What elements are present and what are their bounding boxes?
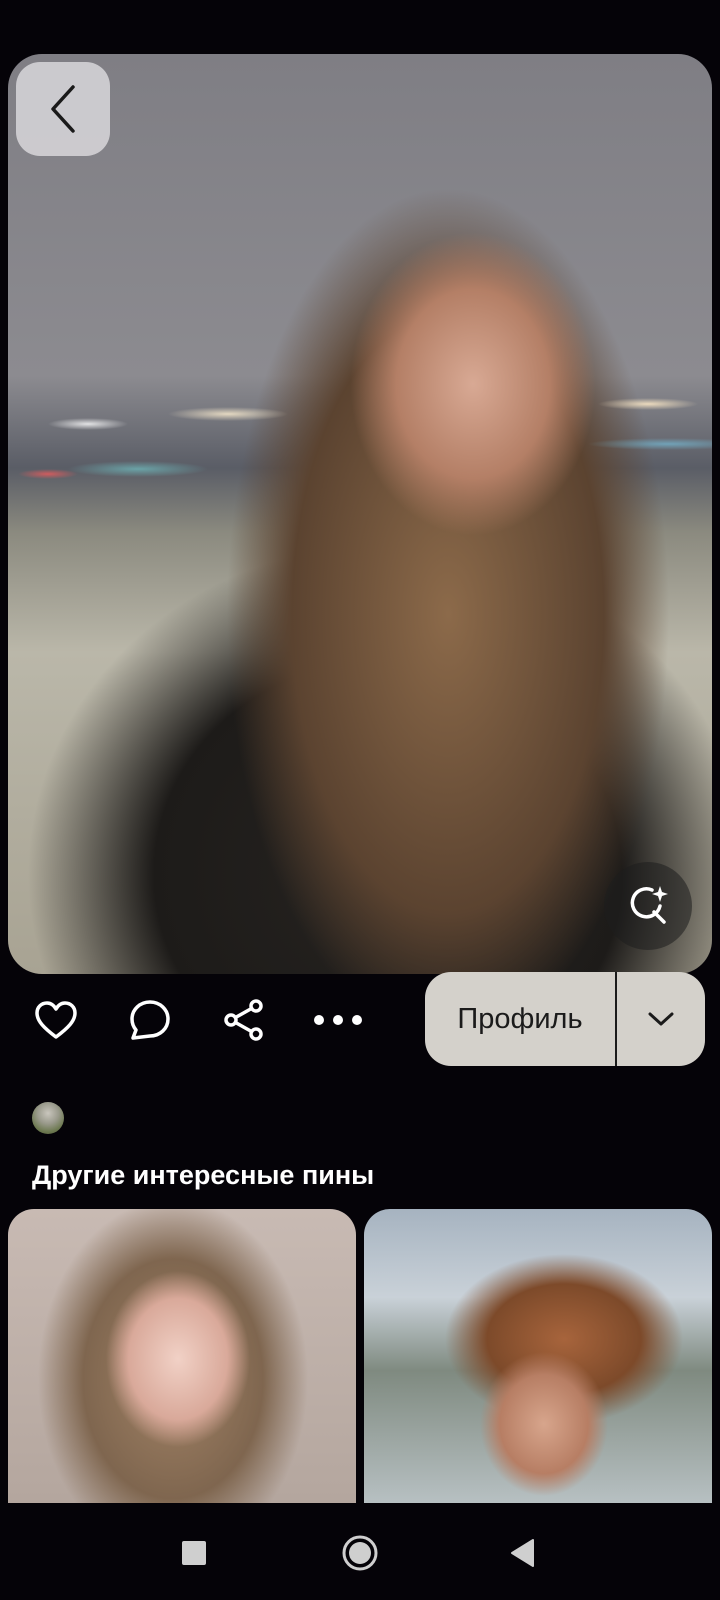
chevron-down-icon bbox=[648, 1012, 674, 1026]
profile-button-group: Профиль bbox=[425, 972, 705, 1066]
circle-icon bbox=[342, 1535, 378, 1571]
section-title: Другие интересные пины bbox=[32, 1160, 375, 1190]
chevron-left-icon bbox=[51, 85, 75, 133]
nav-recents-button[interactable] bbox=[174, 1533, 214, 1573]
pin-image[interactable] bbox=[8, 54, 712, 974]
share-icon bbox=[224, 999, 263, 1041]
visual-search-icon bbox=[630, 886, 668, 924]
heart-icon bbox=[35, 1001, 77, 1039]
related-pin-card[interactable] bbox=[8, 1209, 356, 1503]
avatar[interactable] bbox=[32, 1102, 64, 1134]
share-button[interactable] bbox=[214, 990, 274, 1050]
pin-image-lights bbox=[8, 384, 712, 494]
pin-actions: Профиль bbox=[0, 972, 720, 1066]
back-button[interactable] bbox=[16, 62, 110, 156]
comment-icon bbox=[130, 1000, 170, 1040]
square-icon bbox=[182, 1541, 206, 1565]
status-bar bbox=[0, 0, 720, 54]
visual-search-button[interactable] bbox=[604, 862, 692, 950]
profile-button-label: Профиль bbox=[457, 1002, 583, 1035]
nav-back-button[interactable] bbox=[503, 1533, 543, 1573]
comment-button[interactable] bbox=[120, 990, 180, 1050]
profile-button[interactable]: Профиль bbox=[425, 972, 615, 1066]
triangle-back-icon bbox=[511, 1539, 534, 1567]
system-nav-bar bbox=[0, 1503, 720, 1600]
nav-home-button[interactable] bbox=[340, 1533, 380, 1573]
like-button[interactable] bbox=[26, 990, 86, 1050]
more-icon bbox=[314, 1015, 362, 1025]
profile-dropdown-button[interactable] bbox=[617, 972, 705, 1066]
more-button[interactable] bbox=[308, 990, 368, 1050]
related-pin-card[interactable] bbox=[364, 1209, 712, 1503]
